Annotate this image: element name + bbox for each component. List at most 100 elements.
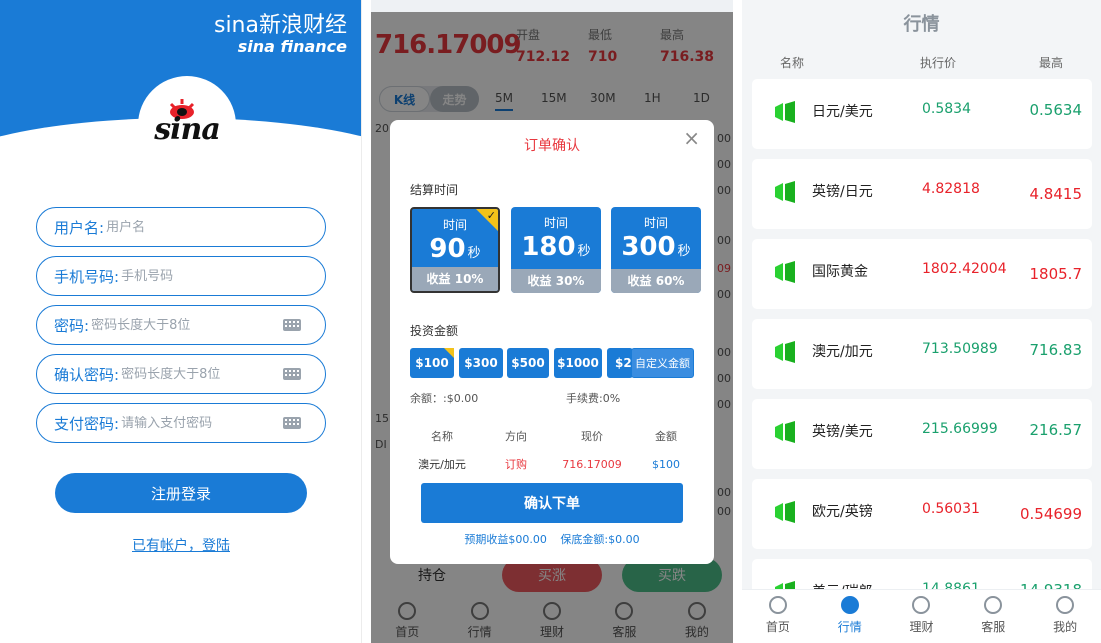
exec-price: 215.66999 xyxy=(922,421,998,437)
nav-home[interactable]: 首页 xyxy=(742,590,814,643)
confirm-password-input[interactable] xyxy=(121,366,272,382)
trade-panel: 716.17009 开盘 712.12 最低 710 最高 716.38 K线 走势 … xyxy=(371,0,733,643)
market-item[interactable]: 日元/美元 0.5834 0.5634 xyxy=(752,79,1092,149)
card-label: 时间 xyxy=(543,216,568,230)
market-item[interactable]: 澳元/加元 713.50989 716.83 xyxy=(752,319,1092,389)
instrument-name: 国际黄金 xyxy=(812,264,868,280)
instrument-icon xyxy=(775,261,795,283)
amount-500[interactable]: $500 xyxy=(507,348,549,378)
brand-logo: sina新浪财经 sina finance xyxy=(214,14,347,55)
nav-label: 客服 xyxy=(981,620,1006,634)
time-card-180[interactable]: 时间 180 秒 收益 30% xyxy=(511,207,601,293)
custom-amount-button[interactable]: 自定义金额 xyxy=(631,348,694,378)
instrument-name: 日元/美元 xyxy=(812,104,873,120)
password-field[interactable]: 密码: xyxy=(36,305,326,345)
amount-300[interactable]: $300 xyxy=(459,348,503,378)
cell-amount: $100 xyxy=(652,457,680,471)
order-confirm-modal: 订单确认 × 结算时间 时间 90 秒 收益 10% ✓ 时间 180 秒 收益 3… xyxy=(390,120,714,564)
headset-icon xyxy=(984,596,1003,614)
finance-icon xyxy=(912,596,931,614)
card-label: 时间 xyxy=(643,216,668,230)
time-card-90[interactable]: 时间 90 秒 收益 10% ✓ xyxy=(410,207,500,293)
existing-account-link[interactable]: 已有帐户，登陆 xyxy=(0,535,361,555)
seconds-value: 90 xyxy=(429,234,466,264)
nav-label: 我的 xyxy=(1053,620,1078,634)
confirm-password-label: 确认密码: xyxy=(54,365,120,384)
settle-time-label: 结算时间 xyxy=(410,183,459,197)
top-strip xyxy=(371,0,733,12)
high-price: 4.8415 xyxy=(1029,185,1083,203)
market-item[interactable]: 欧元/英镑 0.56031 0.54699 xyxy=(752,479,1092,549)
seconds-value: 300 xyxy=(621,232,676,262)
bottom-nav: 首页 行情 理财 客服 我的 xyxy=(742,589,1101,643)
register-panel: sina新浪财经 sina finance sina 用户名: 手机号码: 密码… xyxy=(0,0,362,643)
amount-1000[interactable]: $1000 xyxy=(554,348,602,378)
amount-2000[interactable]: $2 xyxy=(607,348,633,378)
instrument-icon xyxy=(775,421,795,443)
balance-text: 余额：:$0.00 xyxy=(410,392,479,405)
password-input[interactable] xyxy=(91,317,242,333)
col-direction: 方向 xyxy=(505,430,527,443)
exec-price: 4.82818 xyxy=(922,181,980,197)
card-profit: 收益 10% xyxy=(412,267,498,291)
brand-sina: sina xyxy=(213,13,259,38)
table-row: 澳元/加元 订购 716.17009 $100 xyxy=(390,450,714,478)
username-field[interactable]: 用户名: xyxy=(36,207,326,247)
logo-text: sina xyxy=(154,112,221,147)
keyboard-icon[interactable] xyxy=(283,319,301,331)
expected-profit: 预期收益$00.00 xyxy=(464,533,547,546)
guarantee-amount: 保底金额:$0.00 xyxy=(560,533,640,546)
phone-field[interactable]: 手机号码: xyxy=(36,256,326,296)
confirm-password-field[interactable]: 确认密码: xyxy=(36,354,326,394)
seconds-value: 180 xyxy=(521,232,576,262)
pay-password-field[interactable]: 支付密码: xyxy=(36,403,326,443)
market-icon xyxy=(840,596,859,614)
seconds-unit: 秒 xyxy=(677,244,691,259)
check-icon: ✓ xyxy=(486,209,496,222)
phone-input[interactable] xyxy=(121,268,272,284)
high-price: 1805.7 xyxy=(1029,265,1083,283)
register-login-button[interactable]: 注册登录 xyxy=(55,473,307,513)
cell-price: 716.17009 xyxy=(562,457,622,471)
time-card-300[interactable]: 时间 300 秒 收益 60% xyxy=(611,207,701,293)
market-item[interactable]: 英镑/美元 215.66999 216.57 xyxy=(752,399,1092,469)
nav-market[interactable]: 行情 xyxy=(814,590,886,643)
high-price: 716.83 xyxy=(1029,341,1083,359)
nav-label: 行情 xyxy=(837,620,862,634)
order-table: 名称 方向 现价 金额 澳元/加元 订购 716.17009 $100 xyxy=(390,422,714,478)
keyboard-icon[interactable] xyxy=(283,368,301,380)
header-name: 名称 xyxy=(780,56,805,70)
instrument-name: 英镑/美元 xyxy=(812,424,873,440)
pay-password-input[interactable] xyxy=(121,415,272,431)
close-icon[interactable]: × xyxy=(683,126,700,150)
keyboard-icon[interactable] xyxy=(283,417,301,429)
instrument-name: 澳元/加元 xyxy=(812,344,873,360)
amount-100[interactable]: $100 xyxy=(410,348,454,378)
header-exec: 执行价 xyxy=(920,56,957,70)
nav-label: 理财 xyxy=(909,620,934,634)
modal-footer: 预期收益$00.00 保底金额:$0.00 xyxy=(390,531,714,547)
phone-label: 手机号码: xyxy=(54,267,120,286)
cell-name: 澳元/加元 xyxy=(418,458,466,471)
fee-text: 手续费:0% xyxy=(566,392,621,405)
pay-password-label: 支付密码: xyxy=(54,414,120,433)
instrument-name: 英镑/日元 xyxy=(812,184,873,200)
nav-finance[interactable]: 理财 xyxy=(886,590,958,643)
market-item[interactable]: 英镑/日元 4.82818 4.8415 xyxy=(752,159,1092,229)
nav-service[interactable]: 客服 xyxy=(957,590,1029,643)
selected-corner xyxy=(444,348,454,358)
username-input[interactable] xyxy=(106,219,257,235)
high-price: 0.5634 xyxy=(1029,101,1083,119)
card-seconds: 300 秒 xyxy=(611,233,701,266)
username-label: 用户名: xyxy=(54,218,105,237)
market-item[interactable]: 国际黄金 1802.42004 1805.7 xyxy=(752,239,1092,309)
amount-value: $100 xyxy=(415,356,449,370)
card-profit: 收益 30% xyxy=(511,269,601,293)
high-price: 0.54699 xyxy=(1019,505,1082,523)
instrument-icon xyxy=(775,101,795,123)
nav-mine[interactable]: 我的 xyxy=(1029,590,1101,643)
modal-title: 订单确认 xyxy=(524,138,580,154)
brand-cn: 新浪财经 xyxy=(258,13,347,38)
card-seconds: 180 秒 xyxy=(511,233,601,266)
confirm-order-button[interactable]: 确认下单 xyxy=(421,483,683,523)
